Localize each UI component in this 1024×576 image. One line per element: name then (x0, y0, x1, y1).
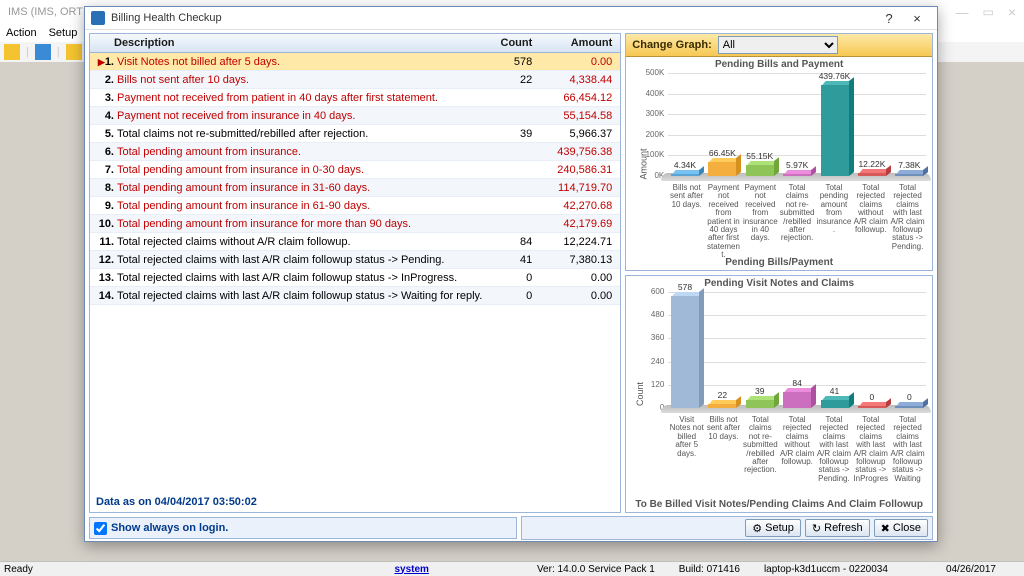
menu-setup[interactable]: Setup (49, 27, 78, 39)
table-row[interactable]: 13.Total rejected claims with last A/R c… (90, 269, 620, 287)
table-row[interactable]: 9.Total pending amount from insurance in… (90, 197, 620, 215)
toolbar-icon-3[interactable] (66, 44, 82, 60)
description-panel: Description Count Amount ▶1.Visit Notes … (89, 33, 621, 513)
table-row[interactable]: 7.Total pending amount from insurance in… (90, 161, 620, 179)
change-graph-label: Change Graph: (632, 39, 711, 51)
help-button[interactable]: ? (875, 7, 903, 29)
toolbar-icon-1[interactable] (4, 44, 20, 60)
refresh-icon: ↻ (812, 522, 821, 535)
chart2-panel: Pending Visit Notes and Claims Count To … (625, 275, 933, 513)
table-rows: ▶1.Visit Notes not billed after 5 days.5… (90, 53, 620, 492)
refresh-button[interactable]: ↻Refresh (805, 519, 870, 537)
status-bar: Ready system Ver: 14.0.0 Service Pack 1 … (0, 561, 1024, 576)
data-as-of: Data as on 04/04/2017 03:50:02 (90, 492, 620, 512)
show-always-checkbox[interactable]: Show always on login. (89, 517, 517, 539)
table-row[interactable]: 14.Total rejected claims with last A/R c… (90, 287, 620, 305)
status-system[interactable]: system (394, 564, 428, 575)
setup-button[interactable]: ⚙Setup (745, 519, 801, 537)
status-ready: Ready (4, 564, 33, 575)
table-row[interactable]: 4.Payment not received from insurance in… (90, 107, 620, 125)
chart-pending-bills: Pending Bills and Payment Amount Pending… (626, 57, 932, 270)
app-minimize-icon[interactable]: — (955, 5, 968, 20)
col-description[interactable]: Description (90, 37, 482, 49)
table-row[interactable]: 5.Total claims not re-submitted/rebilled… (90, 125, 620, 143)
chart1-title: Pending Bills and Payment (626, 59, 932, 70)
toolbar-icon-2[interactable] (35, 44, 51, 60)
status-build: Build: 071416 (679, 564, 740, 575)
close-icon[interactable]: × (903, 7, 931, 29)
close-circle-icon: ✖ (881, 522, 890, 535)
app-maximize-icon[interactable]: ▭ (982, 5, 993, 19)
dialog-footer: Show always on login. ⚙Setup ↻Refresh ✖C… (89, 517, 933, 539)
table-row[interactable]: 2.Bills not sent after 10 days.224,338.4… (90, 71, 620, 89)
col-count[interactable]: Count (482, 37, 538, 49)
main-window: IMS (IMS, ORTHO...) — ▭ × Action Setup |… (0, 0, 1024, 576)
billing-health-dialog: Billing Health Checkup ? × Description C… (84, 6, 938, 542)
close-button[interactable]: ✖Close (874, 519, 928, 537)
show-always-input[interactable] (94, 522, 107, 535)
table-row[interactable]: ▶1.Visit Notes not billed after 5 days.5… (90, 53, 620, 71)
chart1-panel: Change Graph: All Pending Bills and Paym… (625, 33, 933, 271)
gear-icon: ⚙ (752, 522, 762, 535)
table-row[interactable]: 12.Total rejected claims with last A/R c… (90, 251, 620, 269)
table-header: Description Count Amount (90, 34, 620, 53)
status-version: Ver: 14.0.0 Service Pack 1 (537, 564, 655, 575)
dialog-title: Billing Health Checkup (111, 12, 875, 24)
table-row[interactable]: 8.Total pending amount from insurance in… (90, 179, 620, 197)
dialog-icon (91, 11, 105, 25)
table-row[interactable]: 6.Total pending amount from insurance.43… (90, 143, 620, 161)
table-row[interactable]: 10.Total pending amount from insurance f… (90, 215, 620, 233)
chart-visit-notes: Pending Visit Notes and Claims Count To … (626, 276, 932, 512)
change-graph-select[interactable]: All (718, 36, 838, 54)
app-close-icon[interactable]: × (1008, 4, 1016, 20)
status-host: laptop-k3d1uccm - 0220034 (764, 564, 888, 575)
table-row[interactable]: 3.Payment not received from patient in 4… (90, 89, 620, 107)
graph-control-bar: Change Graph: All (626, 34, 932, 57)
status-date: 04/26/2017 (946, 564, 996, 575)
dialog-titlebar: Billing Health Checkup ? × (85, 7, 937, 30)
menu-action[interactable]: Action (6, 27, 37, 39)
col-amount[interactable]: Amount (538, 37, 620, 49)
table-row[interactable]: 11.Total rejected claims without A/R cla… (90, 233, 620, 251)
